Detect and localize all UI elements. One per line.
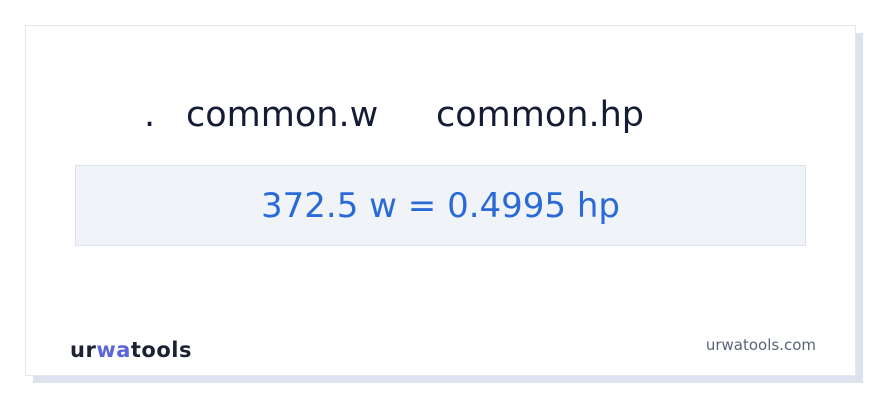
page: . common.w common.hp 372.5 w = 0.4995 hp… [0, 0, 880, 400]
conversion-result-text: 372.5 w = 0.4995 hp [261, 185, 620, 226]
to-unit-label: common.hp [436, 95, 644, 135]
unit-heading: . common.w common.hp [26, 90, 855, 140]
urwatools-logo: urwatools [70, 337, 192, 363]
from-unit-label: common.w [186, 95, 379, 135]
conversion-card: . common.w common.hp 372.5 w = 0.4995 hp… [25, 25, 856, 376]
logo-part-tools: tools [130, 338, 192, 362]
logo-part-wa: wa [96, 338, 131, 362]
heading-dot: . [144, 95, 156, 135]
site-url: urwatools.com [705, 336, 816, 354]
logo-part-ur: ur [70, 338, 97, 362]
conversion-result-box: 372.5 w = 0.4995 hp [75, 165, 806, 246]
